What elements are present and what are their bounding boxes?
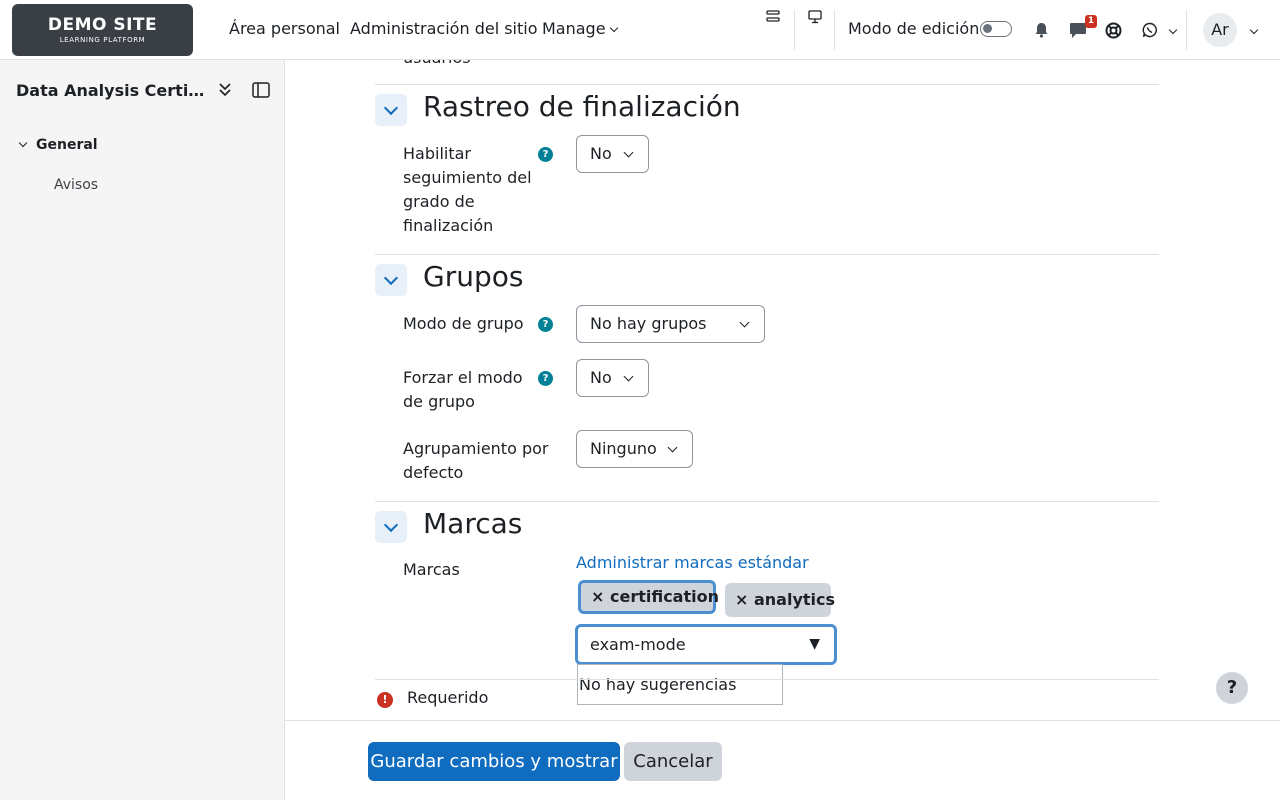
monitor-icon[interactable] (808, 10, 822, 24)
messages-badge: 1 (1085, 15, 1097, 28)
collapse-all-icon[interactable] (218, 82, 232, 98)
dropdown-arrow-icon[interactable]: ▼ (809, 627, 820, 662)
whatsapp-icon[interactable] (1142, 22, 1158, 38)
select-value: Ninguno (590, 439, 657, 458)
section-title-groups: Grupos (423, 260, 524, 293)
course-index-sidebar: Data Analysis Certification General Avis… (0, 60, 285, 800)
cancel-button[interactable]: Cancelar (624, 742, 722, 781)
logo-title: DEMO SITE (47, 15, 158, 35)
completion-tracking-select[interactable]: No (576, 135, 649, 173)
chevron-down-icon[interactable] (1249, 25, 1259, 35)
help-icon[interactable]: ? (538, 147, 553, 162)
navbar-divider (794, 10, 795, 50)
save-and-display-button[interactable]: Guardar cambios y mostrar (368, 742, 620, 781)
chevron-down-icon (739, 317, 750, 328)
tag-chip-analytics[interactable]: × analytics (725, 583, 835, 617)
navbar-divider (1186, 10, 1187, 50)
tag-chip-certification[interactable]: × certification (578, 580, 719, 614)
tags-suggestions-list: No hay sugerencias (577, 664, 783, 705)
select-value: No hay grupos (590, 314, 707, 333)
section-title-completion: Rastreo de finalización (423, 90, 741, 123)
course-title[interactable]: Data Analysis Certification (16, 81, 206, 100)
edit-mode-toggle[interactable] (980, 21, 1012, 37)
chevron-down-icon (623, 147, 634, 158)
help-icon[interactable]: ? (538, 317, 553, 332)
group-mode-label: Modo de grupo (403, 314, 524, 333)
logo-subtitle: LEARNING PLATFORM (59, 36, 146, 44)
select-value: No (590, 368, 612, 387)
group-mode-select[interactable]: No hay grupos (576, 305, 765, 343)
required-icon: ! (377, 692, 393, 708)
nav-link-manage-label: Manage (542, 19, 606, 38)
tags-autocomplete-input[interactable]: exam-mode ▼ (575, 624, 837, 665)
chevron-down-icon (623, 371, 634, 382)
sidebar-section-general[interactable]: General (18, 137, 98, 153)
chevron-down-icon (609, 23, 618, 33)
sidebar-item-announcements[interactable]: Avisos (54, 177, 98, 193)
chevron-down-icon (667, 442, 678, 453)
course-settings-form: usuarios Rastreo de finalización Habilit… (285, 60, 1280, 720)
input-value: exam-mode (590, 635, 686, 654)
default-grouping-select[interactable]: Ninguno (576, 430, 693, 468)
section-toggle-groups[interactable] (375, 264, 407, 296)
form-footer: Guardar cambios y mostrar Cancelar (285, 720, 1280, 800)
section-toggle-tags[interactable] (375, 511, 407, 543)
section-divider (375, 679, 1159, 680)
cut-off-label: usuarios (403, 60, 471, 70)
user-avatar[interactable]: Ar (1203, 13, 1237, 47)
section-title-tags: Marcas (423, 507, 523, 540)
bell-icon[interactable] (1034, 22, 1049, 38)
help-icon[interactable]: ? (538, 371, 553, 386)
nav-link-site-admin[interactable]: Administración del sitio (350, 19, 538, 38)
default-grouping-label: Agrupamiento por defecto (403, 439, 549, 482)
tags-label: Marcas (403, 560, 460, 579)
force-group-mode-label: Forzar el modo de grupo (403, 368, 523, 411)
nav-link-manage[interactable]: Manage (542, 19, 618, 38)
top-navbar: DEMO SITE LEARNING PLATFORM Área persona… (0, 0, 1280, 60)
required-legend: Requerido (407, 688, 489, 707)
navbar-divider (834, 10, 835, 50)
nav-link-dashboard[interactable]: Área personal (229, 19, 340, 38)
close-drawer-icon[interactable] (252, 82, 270, 98)
list-icon[interactable] (766, 10, 780, 24)
manage-standard-tags-link[interactable]: Administrar marcas estándar (576, 553, 809, 572)
force-group-mode-select[interactable]: No (576, 359, 649, 397)
completion-tracking-label: Habilitar seguimiento del grado de final… (403, 144, 532, 235)
lifebuoy-icon[interactable] (1105, 22, 1122, 39)
chevron-down-icon (18, 138, 28, 148)
edit-mode-label: Modo de edición (848, 19, 980, 38)
section-divider (375, 84, 1159, 85)
footer-help-button[interactable]: ? (1216, 672, 1248, 704)
site-logo[interactable]: DEMO SITE LEARNING PLATFORM (12, 4, 193, 56)
chevron-down-icon[interactable] (1168, 25, 1178, 35)
section-divider (375, 254, 1159, 255)
sidebar-section-label: General (36, 137, 98, 153)
select-value: No (590, 144, 612, 163)
section-divider (375, 501, 1159, 502)
section-toggle-completion[interactable] (375, 94, 407, 126)
